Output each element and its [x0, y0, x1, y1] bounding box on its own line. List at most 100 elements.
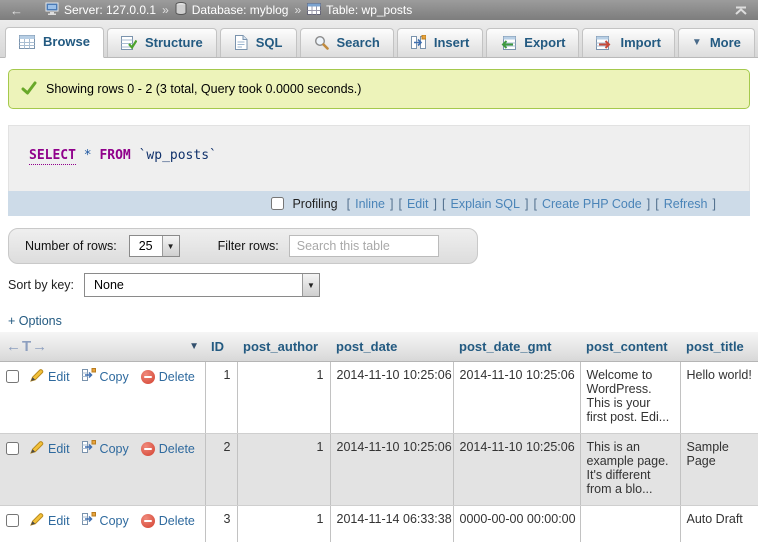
copy-row-link[interactable]: Copy [82, 368, 129, 385]
chevron-down-icon: ▼ [162, 236, 179, 256]
row-actions-header: ←T→ ▼ [0, 332, 205, 362]
rows-per-page-value: 25 [130, 236, 162, 256]
breadcrumb-separator: » [294, 3, 301, 17]
delete-icon [141, 370, 155, 384]
cell-id: 3 [205, 506, 237, 542]
back-arrow-icon[interactable]: ← [10, 3, 23, 18]
row-checkbox[interactable] [6, 442, 19, 455]
bracket: [ [655, 197, 658, 211]
delete-row-link[interactable]: Delete [141, 514, 195, 528]
edit-label: Edit [48, 370, 70, 384]
number-of-rows-label: Number of rows: [25, 239, 117, 253]
tab-sql[interactable]: SQL [220, 28, 297, 57]
chevron-down-icon[interactable]: ▼ [189, 341, 199, 352]
sql-php-code-link[interactable]: Create PHP Code [542, 197, 642, 211]
column-header-id[interactable]: ID [205, 332, 237, 362]
row-checkbox[interactable] [6, 370, 19, 383]
copy-label: Copy [100, 442, 129, 456]
table-row: Edit Copy Delete 3 1 2014-11-14 06:33:38… [0, 506, 758, 542]
cell-id: 2 [205, 434, 237, 506]
bracket: ] [525, 197, 528, 211]
cell-post-content [580, 506, 680, 542]
bracket: ] [390, 197, 393, 211]
tab-insert-label: Insert [434, 35, 469, 50]
tab-structure[interactable]: Structure [107, 28, 217, 57]
chevron-down-icon: ▼ [692, 37, 702, 48]
status-message-text: Showing rows 0 - 2 (3 total, Query took … [46, 82, 361, 96]
breadcrumb-table[interactable]: Table: wp_posts [307, 3, 412, 18]
pencil-icon [30, 512, 44, 529]
cell-post-title: Auto Draft [680, 506, 758, 542]
sql-refresh-link[interactable]: Refresh [664, 197, 708, 211]
profiling-checkbox[interactable] [271, 197, 284, 210]
copy-row-link[interactable]: Copy [82, 440, 129, 457]
cell-post-date: 2014-11-14 06:33:38 [330, 506, 453, 542]
copy-label: Copy [100, 370, 129, 384]
column-header-post-date-gmt[interactable]: post_date_gmt [453, 332, 580, 362]
sql-star: * [84, 148, 92, 163]
copy-icon [82, 440, 96, 457]
tab-structure-label: Structure [145, 35, 203, 50]
delete-label: Delete [159, 370, 195, 384]
cell-post-title: Sample Page [680, 434, 758, 506]
tab-browse[interactable]: Browse [5, 27, 104, 58]
delete-row-link[interactable]: Delete [141, 442, 195, 456]
cell-id: 1 [205, 362, 237, 434]
server-icon [45, 2, 59, 18]
table-row: Edit Copy Delete 2 1 2014-11-10 10:25:06… [0, 434, 758, 506]
delete-label: Delete [159, 514, 195, 528]
pencil-icon [30, 368, 44, 385]
column-header-post-title[interactable]: post_title [680, 332, 758, 362]
tab-more[interactable]: ▼ More [678, 28, 755, 57]
sql-table-name: `wp_posts` [139, 148, 217, 163]
cell-post-content: This is an example page. It's different … [580, 434, 680, 506]
tab-sql-label: SQL [256, 35, 283, 50]
breadcrumb-server-label: Server: 127.0.0.1 [64, 3, 156, 17]
sql-edit-link[interactable]: Edit [407, 197, 429, 211]
tab-search[interactable]: Search [300, 28, 394, 57]
results-table: ←T→ ▼ ID post_author post_date post_date… [0, 332, 758, 542]
copy-icon [82, 512, 96, 529]
column-header-post-author[interactable]: post_author [237, 332, 330, 362]
sort-by-key-select[interactable]: None ▼ [84, 273, 320, 297]
collapse-panel-icon[interactable] [734, 6, 748, 15]
rows-per-page-select[interactable]: 25 ▼ [129, 235, 180, 257]
chevron-down-icon: ▼ [302, 274, 319, 296]
column-header-post-date[interactable]: post_date [330, 332, 453, 362]
options-toggle-link[interactable]: + Options [8, 314, 62, 328]
cell-post-author: 1 [237, 506, 330, 542]
tab-export[interactable]: Export [486, 28, 579, 57]
profiling-label: Profiling [292, 197, 337, 211]
column-header-post-content[interactable]: post_content [580, 332, 680, 362]
row-checkbox[interactable] [6, 514, 19, 527]
tab-export-label: Export [524, 35, 565, 50]
tab-import[interactable]: Import [582, 28, 674, 57]
sql-keyword-from: FROM [99, 148, 130, 163]
sql-query-box: SELECT * FROM `wp_posts` Profiling [Inli… [8, 125, 750, 216]
bracket: [ [533, 197, 536, 211]
edit-row-link[interactable]: Edit [30, 512, 70, 529]
bracket: ] [713, 197, 716, 211]
cell-post-date-gmt: 2014-11-10 10:25:06 [453, 434, 580, 506]
tab-browse-label: Browse [43, 34, 90, 49]
tab-bar: Browse Structure SQL Search Insert Expor… [0, 20, 758, 58]
transpose-icon[interactable]: ←T→ [6, 338, 48, 355]
filter-rows-input[interactable] [289, 235, 439, 257]
sql-inline-link[interactable]: Inline [355, 197, 385, 211]
copy-icon [82, 368, 96, 385]
bracket: [ [398, 197, 401, 211]
breadcrumb: ← Server: 127.0.0.1 » Database: myblog »… [0, 0, 758, 20]
breadcrumb-database[interactable]: Database: myblog [175, 2, 289, 18]
edit-row-link[interactable]: Edit [30, 440, 70, 457]
sql-explain-link[interactable]: Explain SQL [450, 197, 519, 211]
tab-insert[interactable]: Insert [397, 28, 483, 57]
tab-search-label: Search [337, 35, 380, 50]
edit-row-link[interactable]: Edit [30, 368, 70, 385]
cell-post-author: 1 [237, 434, 330, 506]
delete-row-link[interactable]: Delete [141, 370, 195, 384]
success-check-icon [21, 81, 37, 98]
breadcrumb-server[interactable]: Server: 127.0.0.1 [45, 2, 156, 18]
copy-row-link[interactable]: Copy [82, 512, 129, 529]
bracket: ] [647, 197, 650, 211]
bracket: ] [434, 197, 437, 211]
